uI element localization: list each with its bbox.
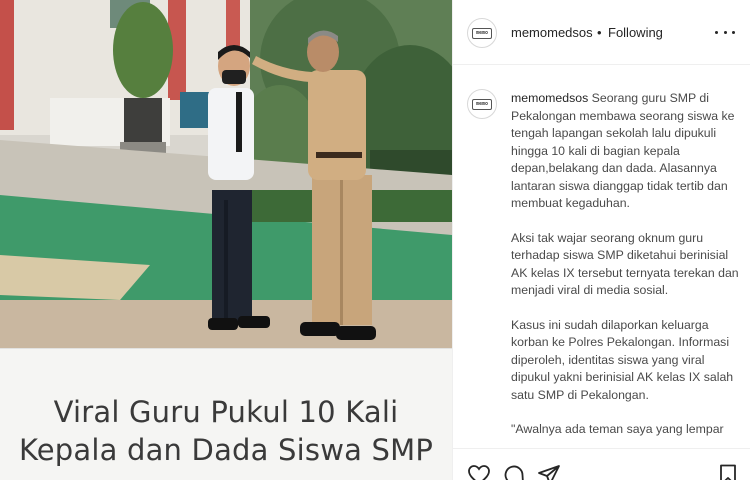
post-media[interactable]: Viral Guru Pukul 10 Kali Kepala dan Dada… <box>0 0 452 480</box>
caption-text: memomedsos Seorang guru SMP di Pekalonga… <box>511 90 743 448</box>
caption-section[interactable]: memo memomedsos Seorang guru SMP di Peka… <box>453 66 750 448</box>
header-username[interactable]: memomedsos <box>511 25 593 40</box>
heart-icon[interactable] <box>467 463 491 480</box>
caption-paragraph: Aksi tak wajar seorang oknum guru terhad… <box>511 230 739 298</box>
memo-logo-icon: memo <box>472 98 492 110</box>
caption-paragraph: Kasus ini sudah dilaporkan keluarga korb… <box>511 317 734 402</box>
comment-icon[interactable] <box>502 463 526 480</box>
headline: Viral Guru Pukul 10 Kali Kepala dan Dada… <box>0 393 452 469</box>
memo-logo-icon: memo <box>472 27 492 39</box>
avatar[interactable]: memo <box>467 18 497 48</box>
post-actions <box>453 448 750 480</box>
post-header: memo memomedsos • Following <box>453 0 750 65</box>
more-horizontal-icon[interactable] <box>715 24 735 40</box>
bookmark-icon[interactable] <box>716 463 740 480</box>
header-separator: • <box>597 25 602 40</box>
post-photo <box>0 0 452 348</box>
caption-username[interactable]: memomedsos <box>511 91 588 105</box>
post-side-panel: memo memomedsos • Following memo memomed… <box>452 0 750 480</box>
headline-line-2: Kepala dan Dada Siswa SMP <box>18 433 434 467</box>
caption-body-1: Seorang guru SMP di Pekalongan membawa s… <box>511 91 735 210</box>
caption-paragraph: memomedsos Seorang guru SMP di Pekalonga… <box>511 90 743 213</box>
caption-paragraph: "Awalnya ada teman saya yang lempar <box>511 422 724 436</box>
paper-plane-icon[interactable] <box>537 463 561 480</box>
following-button[interactable]: Following <box>608 25 663 40</box>
headline-card: Viral Guru Pukul 10 Kali Kepala dan Dada… <box>0 348 452 480</box>
headline-line-1: Viral Guru Pukul 10 Kali <box>53 395 399 429</box>
caption-avatar[interactable]: memo <box>467 89 497 119</box>
